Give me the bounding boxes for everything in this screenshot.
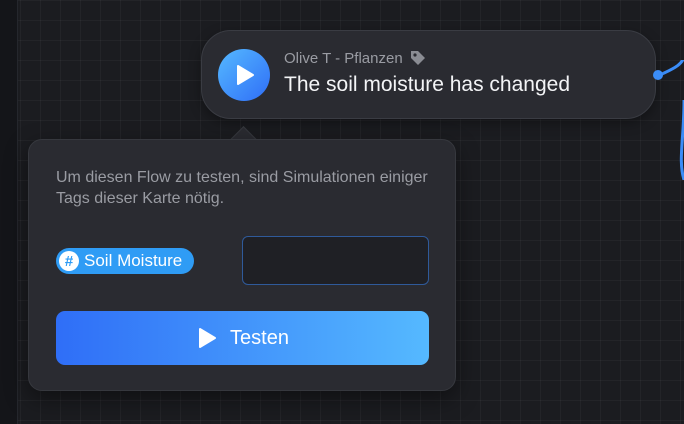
tag-icon[interactable]: [409, 49, 427, 67]
test-button-label: Testen: [230, 326, 289, 349]
flow-connector-line: [660, 60, 684, 180]
card-output-connector[interactable]: [653, 70, 663, 80]
tag-chip-soil-moisture: # Soil Moisture: [56, 248, 195, 274]
popover-description: Um diesen Flow zu testen, sind Simulatio…: [56, 169, 428, 207]
card-title: The soil moisture has changed: [284, 73, 570, 96]
left-sidebar-edge: [0, 0, 18, 424]
test-button[interactable]: Testen: [56, 311, 429, 365]
play-icon: [199, 328, 217, 348]
card-subtitle-row: Olive T - Pflanzen: [284, 49, 427, 67]
flow-trigger-card[interactable]: Olive T - Pflanzen The soil moisture has…: [201, 30, 656, 119]
tag-value-input[interactable]: [242, 236, 429, 285]
card-play-button[interactable]: [218, 49, 270, 101]
tag-label: Soil Moisture: [84, 251, 183, 270]
test-popover: Um diesen Flow zu testen, sind Simulatio…: [28, 139, 456, 391]
hash-icon: #: [59, 251, 79, 271]
play-icon: [237, 65, 254, 85]
card-device-name: Olive T - Pflanzen: [284, 49, 403, 67]
